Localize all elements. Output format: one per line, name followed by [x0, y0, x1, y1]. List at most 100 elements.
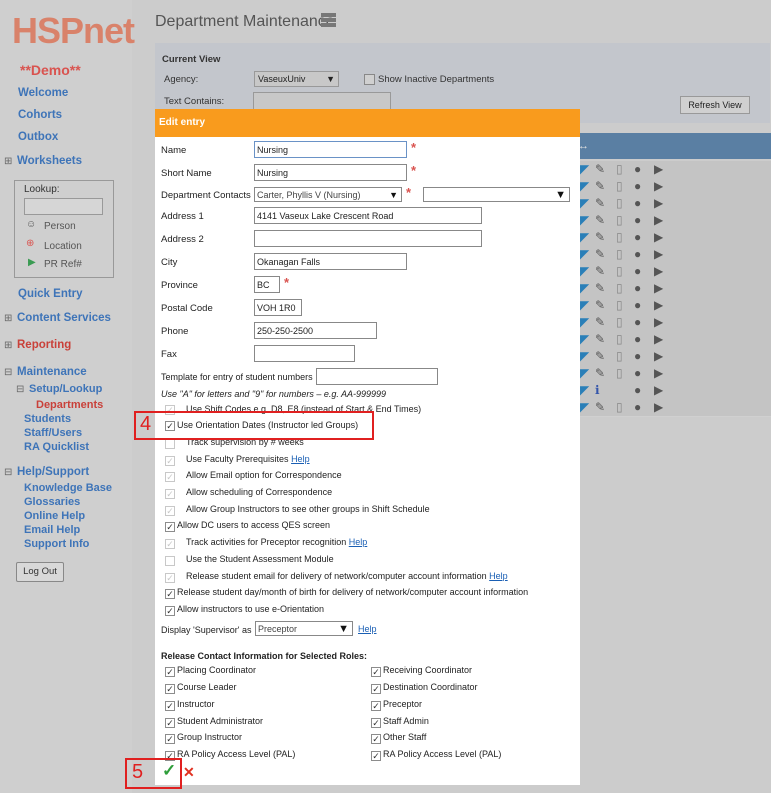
document-icon[interactable]: ▯: [616, 399, 623, 416]
person-icon[interactable]: ●: [634, 331, 641, 348]
pencil-icon[interactable]: ✎: [595, 263, 605, 280]
pencil-icon[interactable]: ✎: [595, 195, 605, 212]
lookup-location[interactable]: Location: [44, 241, 82, 252]
play-icon[interactable]: ▶: [654, 195, 663, 212]
lookup-prref[interactable]: PR Ref#: [44, 259, 82, 270]
template-input[interactable]: [316, 368, 438, 385]
nav-departments[interactable]: Departments: [36, 399, 103, 411]
pencil-icon[interactable]: ✎: [595, 280, 605, 297]
nav-maintenance[interactable]: Maintenance: [17, 366, 87, 378]
sched-corr-checkbox[interactable]: ✓: [165, 489, 175, 499]
nav-knowledge-base[interactable]: Knowledge Base: [24, 482, 112, 494]
department-contacts-select[interactable]: Carter, Phyllis V (Nursing) ▼: [254, 187, 402, 202]
nav-setup-lookup[interactable]: Setup/Lookup: [29, 383, 102, 395]
agency-select[interactable]: VaseuxUniv ▼: [254, 71, 339, 87]
right-role-checkbox[interactable]: ✓: [371, 684, 381, 694]
edit-mark-icon[interactable]: ◤: [580, 178, 589, 195]
short-name-input[interactable]: Nursing: [254, 164, 407, 181]
logout-button[interactable]: Log Out: [16, 562, 64, 582]
fax-input[interactable]: [254, 345, 355, 362]
pencil-icon[interactable]: ✎: [595, 348, 605, 365]
play-icon[interactable]: ▶: [654, 314, 663, 331]
collapse-icon[interactable]: ⊟: [16, 384, 24, 395]
document-icon[interactable]: ▯: [616, 365, 623, 382]
play-icon[interactable]: ▶: [654, 212, 663, 229]
show-inactive-checkbox[interactable]: [364, 74, 375, 85]
person-icon[interactable]: ●: [634, 212, 641, 229]
document-icon[interactable]: ▯: [616, 178, 623, 195]
collapse-icon[interactable]: ⊟: [4, 467, 12, 478]
play-icon[interactable]: ▶: [654, 263, 663, 280]
document-icon[interactable]: ▯: [616, 246, 623, 263]
play-icon[interactable]: ▶: [654, 382, 663, 399]
document-icon[interactable]: ▯: [616, 229, 623, 246]
right-role-checkbox[interactable]: ✓: [371, 734, 381, 744]
track-preceptor-checkbox[interactable]: ✓: [165, 539, 175, 549]
right-role-checkbox[interactable]: ✓: [371, 667, 381, 677]
edit-mark-icon[interactable]: ◤: [580, 365, 589, 382]
edit-mark-icon[interactable]: ◤: [580, 263, 589, 280]
left-role-checkbox[interactable]: ✓: [165, 667, 175, 677]
play-icon[interactable]: ▶: [654, 246, 663, 263]
pencil-icon[interactable]: ✎: [595, 229, 605, 246]
email-corr-checkbox[interactable]: ✓: [165, 472, 175, 482]
right-role-checkbox[interactable]: ✓: [371, 718, 381, 728]
left-role-checkbox[interactable]: ✓: [165, 701, 175, 711]
release-dob-checkbox[interactable]: ✓: [165, 589, 175, 599]
address1-input[interactable]: 4141 Vaseux Lake Crescent Road: [254, 207, 482, 224]
play-icon[interactable]: ▶: [654, 348, 663, 365]
nav-students[interactable]: Students: [24, 413, 71, 425]
address2-input[interactable]: [254, 230, 482, 247]
document-icon[interactable]: ▯: [616, 280, 623, 297]
pencil-icon[interactable]: ✎: [595, 212, 605, 229]
nav-staff-users[interactable]: Staff/Users: [24, 427, 82, 439]
edit-mark-icon[interactable]: ◤: [580, 229, 589, 246]
expand-icon[interactable]: ⊞: [4, 340, 12, 351]
refresh-view-button[interactable]: Refresh View: [680, 96, 750, 114]
edit-mark-icon[interactable]: ◤: [580, 331, 589, 348]
document-icon[interactable]: ▯: [616, 263, 623, 280]
group-instr-checkbox[interactable]: ✓: [165, 506, 175, 516]
nav-welcome[interactable]: Welcome: [18, 87, 68, 99]
help-link[interactable]: Help: [291, 454, 310, 464]
pencil-icon[interactable]: ✎: [595, 314, 605, 331]
nav-outbox[interactable]: Outbox: [18, 131, 58, 143]
nav-cohorts[interactable]: Cohorts: [18, 109, 62, 121]
document-icon[interactable]: ▯: [616, 212, 623, 229]
document-icon[interactable]: ▯: [616, 297, 623, 314]
pencil-icon[interactable]: ✎: [595, 161, 605, 178]
person-icon[interactable]: ●: [634, 195, 641, 212]
person-icon[interactable]: ●: [634, 365, 641, 382]
postal-code-input[interactable]: VOH 1R0: [254, 299, 302, 316]
document-icon[interactable]: ▯: [616, 195, 623, 212]
person-icon[interactable]: ●: [634, 348, 641, 365]
second-contact-select[interactable]: ▼: [423, 187, 570, 202]
nav-ra-quicklist[interactable]: RA Quicklist: [24, 441, 89, 453]
edit-mark-icon[interactable]: ◤: [580, 246, 589, 263]
edit-mark-icon[interactable]: ◤: [580, 195, 589, 212]
person-icon[interactable]: ●: [634, 399, 641, 416]
text-contains-input[interactable]: [253, 92, 391, 110]
city-input[interactable]: Okanagan Falls: [254, 253, 407, 270]
name-input[interactable]: Nursing: [254, 141, 407, 158]
expand-icon[interactable]: ⊞: [4, 156, 12, 167]
faculty-prereq-checkbox[interactable]: ✓: [165, 456, 175, 466]
lookup-input[interactable]: [24, 198, 103, 215]
eorientation-checkbox[interactable]: ✓: [165, 606, 175, 616]
hspnet-logo[interactable]: HSPnet: [12, 10, 135, 52]
left-role-checkbox[interactable]: ✓: [165, 734, 175, 744]
expand-icon[interactable]: ⊞: [4, 313, 12, 324]
person-icon[interactable]: ●: [634, 382, 641, 399]
help-link[interactable]: Help: [358, 624, 377, 634]
nav-worksheets[interactable]: Worksheets: [17, 155, 82, 167]
server-icon[interactable]: [321, 13, 336, 27]
dc-qes-checkbox[interactable]: ✓: [165, 522, 175, 532]
document-icon[interactable]: ▯: [616, 348, 623, 365]
pencil-icon[interactable]: ✎: [595, 399, 605, 416]
play-icon[interactable]: ▶: [654, 178, 663, 195]
play-icon[interactable]: ▶: [654, 229, 663, 246]
nav-reporting[interactable]: Reporting: [17, 339, 71, 351]
nav-online-help[interactable]: Online Help: [24, 510, 85, 522]
play-icon[interactable]: ▶: [654, 297, 663, 314]
person-icon[interactable]: ●: [634, 297, 641, 314]
